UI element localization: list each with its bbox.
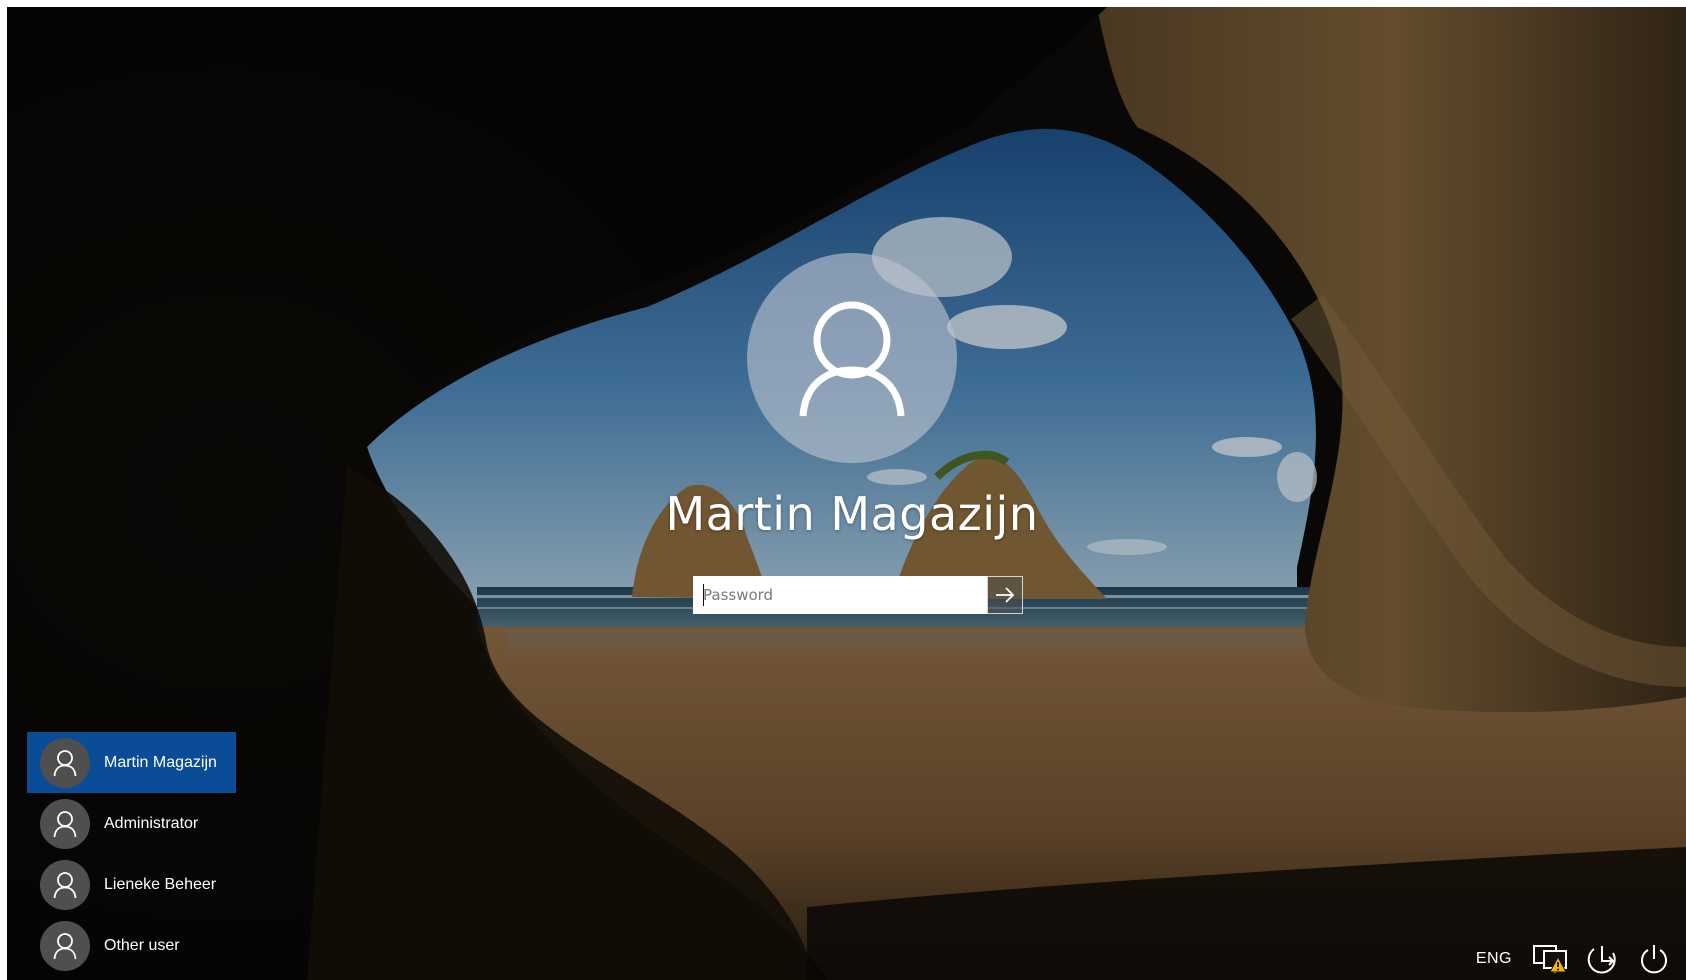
ease-of-access-button[interactable] <box>1582 939 1622 979</box>
user-avatar-large <box>747 253 957 463</box>
user-avatar <box>40 920 90 971</box>
user-tile-label: Other user <box>104 936 180 954</box>
user-icon <box>53 749 77 776</box>
text-caret <box>703 584 704 606</box>
language-indicator[interactable]: ENG <box>1476 950 1512 968</box>
arrow-right-icon <box>996 587 1015 603</box>
user-tile-lieneke-beheer[interactable]: Lieneke Beheer <box>27 854 236 915</box>
user-tile-other-user[interactable]: Other user <box>27 915 236 976</box>
power-icon <box>1641 945 1667 974</box>
user-icon <box>799 301 905 417</box>
lock-screen: Martin Magazijn Martin Magazijn Administ… <box>7 7 1686 980</box>
username-title: Martin Magazijn <box>665 487 1039 541</box>
user-tile-administrator[interactable]: Administrator <box>27 793 236 854</box>
system-tray: ENG <box>1476 939 1686 979</box>
user-tile-martin-magazijn[interactable]: Martin Magazijn <box>27 732 236 793</box>
ease-of-access-icon <box>1587 946 1616 974</box>
user-tile-label: Martin Magazijn <box>104 753 217 771</box>
power-button[interactable] <box>1634 939 1674 979</box>
network-button[interactable] <box>1530 939 1570 979</box>
user-avatar <box>40 859 90 910</box>
user-avatar <box>40 798 90 849</box>
network-warning-icon <box>1533 945 1567 973</box>
user-icon <box>53 871 77 898</box>
user-tile-label: Administrator <box>104 814 199 832</box>
user-icon <box>53 932 77 959</box>
user-icon <box>53 810 77 837</box>
user-list: Martin Magazijn Administrator Lieneke Be… <box>27 732 236 976</box>
user-avatar <box>40 737 90 788</box>
user-tile-label: Lieneke Beheer <box>104 875 217 893</box>
submit-button[interactable] <box>987 576 1023 614</box>
password-input[interactable] <box>693 576 987 614</box>
password-form <box>693 576 1023 614</box>
